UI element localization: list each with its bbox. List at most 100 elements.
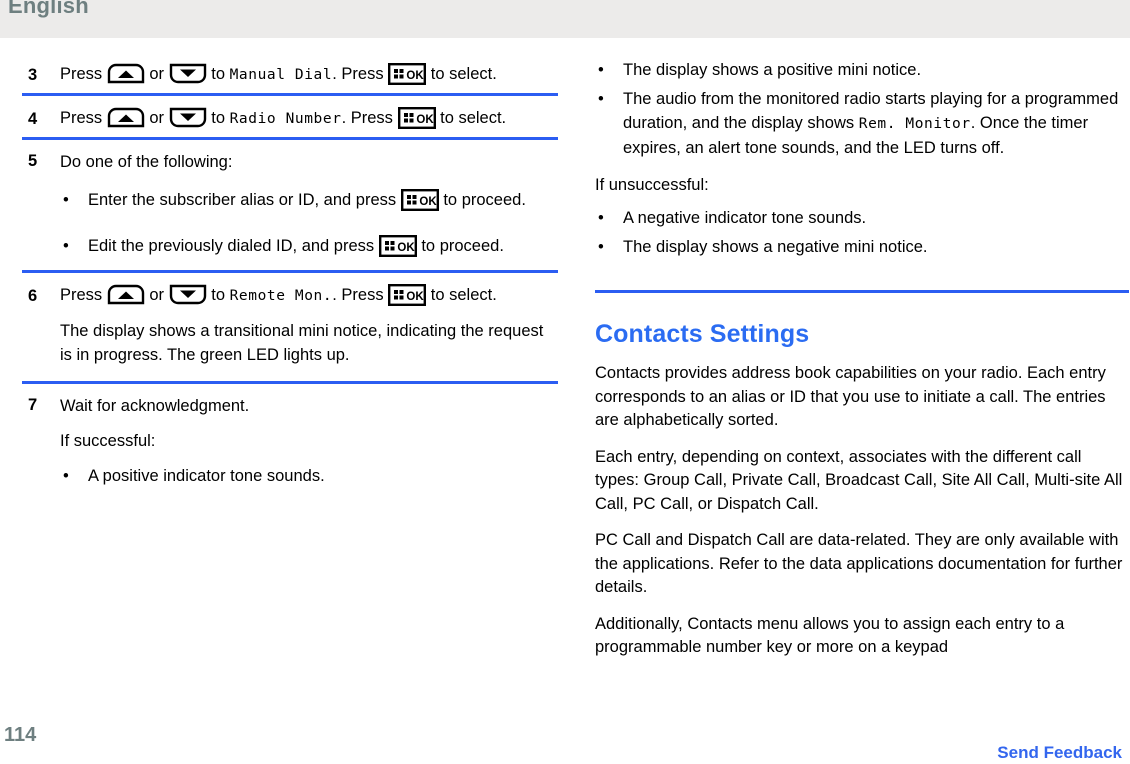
step-divider bbox=[22, 93, 558, 96]
bullet-text-part2: to proceed. bbox=[421, 237, 504, 255]
step-text-press2: . Press bbox=[332, 65, 384, 83]
section-paragraph: Additionally, Contacts menu allows you t… bbox=[595, 614, 1065, 657]
bullet-text-part1: Enter the subscriber alias or ID, and pr… bbox=[88, 191, 397, 209]
procedure-step-5: 5 Do one of the following: • Enter the s… bbox=[0, 150, 566, 258]
right-column-inner: • The display shows a positive mini noti… bbox=[566, 38, 1130, 259]
procedure-step-6: 6 Press or to Remote Mon.. Press OK to s… bbox=[0, 283, 566, 367]
left-column: 3 Press or to Manual Dial. Press OK to s… bbox=[0, 38, 566, 493]
step-bullet-list: • Enter the subscriber alias or ID, and … bbox=[60, 188, 558, 258]
up-arrow-key-icon bbox=[107, 107, 145, 128]
step-divider bbox=[22, 270, 558, 273]
page-number: 114 bbox=[4, 724, 37, 746]
radio-display-value: Radio Number bbox=[229, 111, 342, 127]
step-lead-text: Wait for acknowledgment. bbox=[60, 397, 250, 415]
header-language-label: English bbox=[8, 0, 89, 18]
ok-menu-key-icon: OK bbox=[397, 106, 436, 129]
step-text-tail: to select. bbox=[430, 286, 497, 304]
step-bullet-list: • A positive indicator tone sounds. bbox=[60, 464, 558, 488]
bullet-text: A positive indicator tone sounds. bbox=[88, 467, 325, 485]
svg-text:OK: OK bbox=[416, 114, 434, 126]
list-item: • The display shows a negative mini noti… bbox=[595, 235, 1130, 259]
bullet-dot-icon: • bbox=[63, 237, 69, 255]
bullet-dot-icon: • bbox=[63, 467, 69, 485]
step-number: 7 bbox=[28, 396, 38, 414]
step-sublead-text: If successful: bbox=[60, 432, 156, 450]
page-header-band: English bbox=[0, 0, 1130, 38]
section-paragraph: Each entry, depending on context, associ… bbox=[595, 447, 1123, 513]
step-body: Do one of the following: • Enter the sub… bbox=[60, 150, 558, 258]
step-text-or: or bbox=[149, 109, 165, 127]
up-arrow-key-icon bbox=[107, 284, 145, 305]
section-paragraph: PC Call and Dispatch Call are data-relat… bbox=[595, 531, 1123, 596]
step-text-press2: . Press bbox=[341, 109, 393, 127]
page-title: Contacts Settings bbox=[595, 320, 810, 348]
step-number: 5 bbox=[28, 152, 38, 170]
bullet-dot-icon: • bbox=[63, 191, 69, 209]
bullet-dot-icon: • bbox=[598, 90, 604, 108]
page-content: 3 Press or to Manual Dial. Press OK to s… bbox=[0, 38, 1130, 724]
step-lead-text: Do one of the following: bbox=[60, 153, 233, 171]
failure-bullet-list: • A negative indicator tone sounds. • Th… bbox=[595, 206, 1130, 259]
step-text-tail: to select. bbox=[440, 109, 507, 127]
step-text-press: Press bbox=[60, 65, 103, 83]
contacts-settings-section: Contacts Settings Contacts provides addr… bbox=[566, 319, 1130, 660]
step-number: 6 bbox=[28, 287, 38, 305]
procedure-step-7: 7 Wait for acknowledgment. If successful… bbox=[0, 394, 566, 488]
radio-display-value: Remote Mon. bbox=[229, 288, 333, 304]
procedure-step-4: 4 Press or to Radio Number. Press OK to … bbox=[0, 106, 566, 131]
down-arrow-key-icon bbox=[169, 63, 207, 84]
step-number: 4 bbox=[28, 110, 38, 128]
step-body: Press or to Radio Number. Press OK to se… bbox=[60, 106, 558, 131]
step-divider bbox=[22, 381, 558, 384]
step-body: Wait for acknowledgment. If successful: … bbox=[60, 394, 558, 488]
list-item: • The display shows a positive mini noti… bbox=[595, 58, 1130, 82]
up-arrow-key-icon bbox=[107, 63, 145, 84]
down-arrow-key-icon bbox=[169, 284, 207, 305]
ok-menu-key-icon: OK bbox=[378, 234, 417, 257]
step-text-press2: . Press bbox=[332, 286, 384, 304]
radio-display-value: Manual Dial bbox=[229, 67, 333, 83]
procedure-step-3: 3 Press or to Manual Dial. Press OK to s… bbox=[0, 62, 566, 87]
ok-menu-key-icon: OK bbox=[400, 188, 439, 211]
step-text-tail: to select. bbox=[430, 65, 497, 83]
success-bullet-list: • The display shows a positive mini noti… bbox=[595, 58, 1130, 160]
svg-text:OK: OK bbox=[397, 242, 415, 254]
step-text-or: or bbox=[149, 65, 165, 83]
svg-text:OK: OK bbox=[407, 70, 425, 82]
step-text-or: or bbox=[149, 286, 165, 304]
step-body: Press or to Manual Dial. Press OK to sel… bbox=[60, 62, 558, 87]
bullet-dot-icon: • bbox=[598, 238, 604, 256]
bullet-text: The display shows a negative mini notice… bbox=[623, 238, 928, 256]
unsuccessful-label: If unsuccessful: bbox=[595, 176, 709, 194]
list-item: • A positive indicator tone sounds. bbox=[60, 464, 558, 488]
step-number: 3 bbox=[28, 66, 38, 84]
down-arrow-key-icon bbox=[169, 107, 207, 128]
ok-menu-key-icon: OK bbox=[388, 283, 427, 306]
radio-display-value: Rem. Monitor bbox=[858, 116, 971, 132]
bullet-text-part2: to proceed. bbox=[443, 191, 526, 209]
section-paragraph: Contacts provides address book capabilit… bbox=[595, 364, 1106, 429]
bullet-text: A negative indicator tone sounds. bbox=[623, 209, 867, 227]
ok-menu-key-icon: OK bbox=[388, 62, 427, 85]
bullet-dot-icon: • bbox=[598, 209, 604, 227]
step-body: Press or to Remote Mon.. Press OK to sel… bbox=[60, 283, 558, 367]
bullet-text-part1: Edit the previously dialed ID, and press bbox=[88, 237, 375, 255]
step-text-to: to bbox=[211, 109, 225, 127]
step-text-press: Press bbox=[60, 109, 103, 127]
send-feedback-link[interactable]: Send Feedback bbox=[997, 742, 1122, 764]
step-text-press: Press bbox=[60, 286, 103, 304]
list-item: • The audio from the monitored radio sta… bbox=[595, 87, 1130, 160]
step-text-to: to bbox=[211, 286, 225, 304]
list-item: • Edit the previously dialed ID, and pre… bbox=[60, 234, 558, 258]
section-divider bbox=[595, 290, 1129, 293]
bullet-dot-icon: • bbox=[598, 61, 604, 79]
list-item: • A negative indicator tone sounds. bbox=[595, 206, 1130, 230]
bullet-text: The display shows a positive mini notice… bbox=[623, 61, 922, 79]
list-item: • Enter the subscriber alias or ID, and … bbox=[60, 188, 558, 212]
svg-text:OK: OK bbox=[419, 196, 437, 208]
step-text-to: to bbox=[211, 65, 225, 83]
svg-text:OK: OK bbox=[407, 291, 425, 303]
page-footer: 114 Send Feedback bbox=[0, 724, 1130, 762]
step-divider bbox=[22, 137, 558, 140]
right-column: • The display shows a positive mini noti… bbox=[566, 38, 1130, 673]
